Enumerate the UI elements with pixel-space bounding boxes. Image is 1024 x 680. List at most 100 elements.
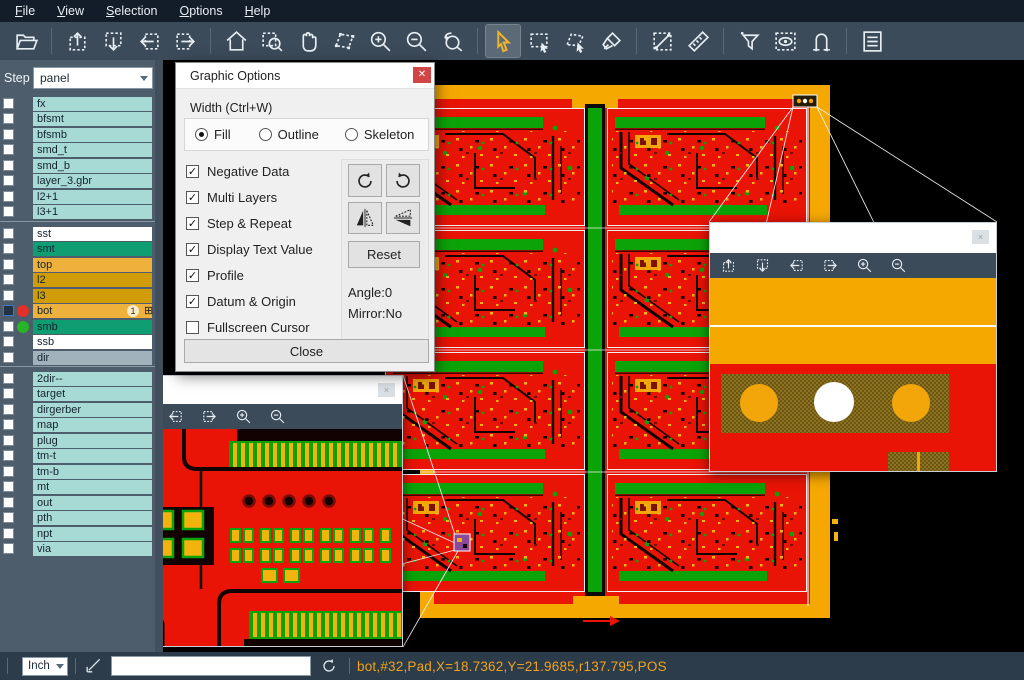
layer-row-out[interactable]: out (0, 495, 163, 510)
layer-checkbox[interactable] (3, 481, 14, 492)
layer-row-bfsmb[interactable]: bfsmb (0, 127, 163, 142)
home-view-button[interactable] (219, 25, 253, 57)
layer-checkbox[interactable] (3, 175, 14, 186)
layer-row-pth[interactable]: pth (0, 511, 163, 526)
layer-grid-icon[interactable]: ⊞ (144, 305, 156, 317)
layer-checkbox[interactable] (3, 435, 14, 446)
layer-row-tm-t[interactable]: tm-t (0, 449, 163, 464)
reset-button[interactable]: Reset (348, 241, 420, 268)
layer-checkbox[interactable] (3, 305, 14, 316)
pan-left-button[interactable] (165, 408, 185, 426)
layer-row-bot[interactable]: bot1⊞ (0, 304, 163, 319)
layer-row-2dir--[interactable]: 2dir-- (0, 371, 163, 386)
menu-view[interactable]: View (48, 2, 93, 20)
ruler-button[interactable] (681, 25, 715, 57)
layer-name-chip[interactable]: l2 (33, 273, 152, 287)
net-trace-button[interactable] (804, 25, 838, 57)
layer-name-chip[interactable]: dirgerber (33, 403, 152, 417)
layer-row-dirgerber[interactable]: dirgerber (0, 402, 163, 417)
open-file-button[interactable] (9, 25, 43, 57)
layer-name-chip[interactable]: smd_b (33, 159, 152, 173)
layer-name-chip[interactable]: sst (33, 227, 152, 241)
layer-row-map[interactable]: map (0, 418, 163, 433)
layer-name-chip[interactable]: tm-b (33, 465, 152, 479)
layer-checkbox[interactable] (3, 113, 14, 124)
select-polygon-button[interactable] (558, 25, 592, 57)
layer-name-chip[interactable]: smd_t (33, 143, 152, 157)
layer-row-layer_3.gbr[interactable]: layer_3.gbr (0, 174, 163, 189)
layer-checkbox[interactable] (3, 321, 14, 332)
layer-row-top[interactable]: top (0, 257, 163, 272)
layer-name-chip[interactable]: l3+1 (33, 205, 152, 219)
mirror-vertical-button[interactable] (386, 202, 420, 234)
zoom-polygon-button[interactable] (327, 25, 361, 57)
layer-checkbox[interactable] (3, 243, 14, 254)
step-select[interactable]: panel (33, 67, 153, 89)
zoom-in-button[interactable] (854, 257, 874, 275)
radio-skeleton[interactable]: Skeleton (345, 127, 415, 142)
layer-checkbox[interactable] (3, 388, 14, 399)
layer-name-chip[interactable]: mt (33, 480, 152, 494)
rotate-cw-button[interactable] (348, 164, 382, 197)
pan-left-button[interactable] (786, 257, 806, 275)
layer-name-chip[interactable]: npt (33, 527, 152, 541)
magnifier-right-view[interactable] (710, 278, 996, 471)
layer-checkbox[interactable] (3, 404, 14, 415)
pan-down-button[interactable] (96, 25, 130, 57)
zoom-previous-button[interactable] (435, 25, 469, 57)
unit-select[interactable]: Inch (22, 657, 68, 676)
layer-name-chip[interactable]: tm-t (33, 449, 152, 463)
checkbox-negative-data[interactable]: ✓Negative Data (186, 164, 289, 179)
zoom-in-button[interactable] (233, 408, 253, 426)
layer-name-chip[interactable]: l2+1 (33, 190, 152, 204)
layer-row-plug[interactable]: plug (0, 433, 163, 448)
radio-fill[interactable]: Fill (195, 127, 231, 142)
close-icon[interactable]: × (972, 230, 989, 244)
layer-row-sst[interactable]: sst (0, 226, 163, 241)
menu-file[interactable]: File (6, 2, 44, 20)
show-box-button[interactable] (768, 25, 802, 57)
layer-row-l2[interactable]: l2 (0, 273, 163, 288)
layer-checkbox[interactable] (3, 543, 14, 554)
layer-row-smd_t[interactable]: smd_t (0, 143, 163, 158)
layer-row-l2+1[interactable]: l2+1 (0, 189, 163, 204)
layer-row-tm-b[interactable]: tm-b (0, 464, 163, 479)
dialog-close-button[interactable]: Close (184, 339, 429, 363)
layer-name-chip[interactable]: dir (33, 351, 152, 365)
magnifier-window-right[interactable]: × (709, 222, 997, 472)
pan-hand-button[interactable] (291, 25, 325, 57)
layer-row-smb[interactable]: smb (0, 319, 163, 334)
layer-name-chip[interactable]: smt (33, 242, 152, 256)
layer-row-l3[interactable]: l3 (0, 288, 163, 303)
radio-outline[interactable]: Outline (259, 127, 319, 142)
layer-checkbox[interactable] (3, 497, 14, 508)
command-input[interactable] (111, 656, 311, 676)
layer-checkbox[interactable] (3, 228, 14, 239)
layer-row-bfsmt[interactable]: bfsmt (0, 112, 163, 127)
zoom-out-button[interactable] (399, 25, 433, 57)
layer-name-chip[interactable]: smb (33, 320, 152, 334)
checkbox-multi-layers[interactable]: ✓Multi Layers (186, 190, 277, 205)
layer-name-chip[interactable]: ssb (33, 335, 152, 349)
layer-name-chip[interactable]: out (33, 496, 152, 510)
layer-checkbox[interactable] (3, 274, 14, 285)
layer-name-chip[interactable]: plug (33, 434, 152, 448)
measure-corner-icon[interactable] (83, 656, 103, 676)
magnifier-right-titlebar[interactable]: × (710, 223, 996, 253)
checkbox-step-repeat[interactable]: ✓Step & Repeat (186, 216, 292, 231)
checkbox-datum-origin[interactable]: ✓Datum & Origin (186, 294, 296, 309)
layer-checkbox[interactable] (3, 144, 14, 155)
select-rectangle-button[interactable] (522, 25, 556, 57)
zoom-out-button[interactable] (267, 408, 287, 426)
layer-row-smd_b[interactable]: smd_b (0, 158, 163, 173)
close-icon[interactable]: × (378, 383, 395, 397)
layer-checkbox[interactable] (3, 419, 14, 430)
layer-checkbox[interactable] (3, 466, 14, 477)
layer-name-chip[interactable]: layer_3.gbr (33, 174, 152, 188)
layer-name-chip[interactable]: via (33, 542, 152, 556)
layer-checkbox[interactable] (3, 373, 14, 384)
pan-up-button[interactable] (60, 25, 94, 57)
layer-row-via[interactable]: via (0, 542, 163, 557)
pan-right-button[interactable] (820, 257, 840, 275)
zoom-in-button[interactable] (363, 25, 397, 57)
